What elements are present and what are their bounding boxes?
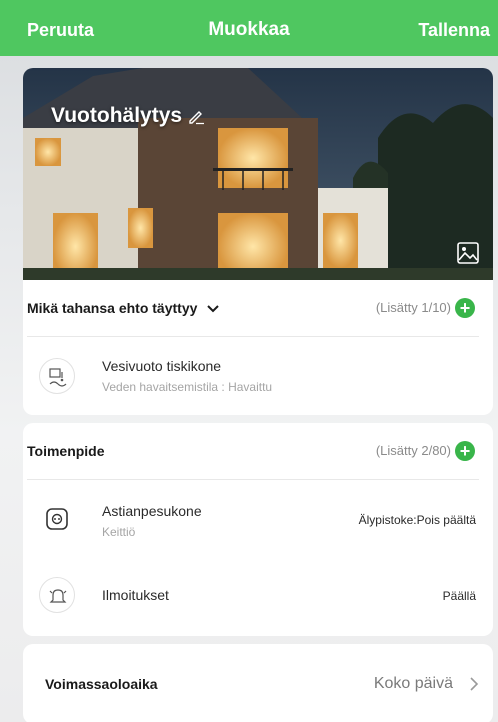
add-condition-button[interactable]: + (455, 298, 475, 318)
condition-item[interactable]: Vesivuoto tiskikone Veden havaitsemistil… (23, 336, 493, 415)
bell-icon (39, 577, 75, 613)
condition-item-subtitle: Veden havaitsemistila : Havaittu (102, 380, 273, 394)
actions-label: Toimenpide (27, 443, 105, 459)
house-illustration (23, 68, 493, 280)
scene-card: Vuotohälytys Mikä tahansa ehto täyttyy (… (23, 68, 493, 415)
scene-cover-image[interactable]: Vuotohälytys (23, 68, 493, 280)
condition-count: (Lisätty 1/10) (375, 300, 451, 315)
pencil-icon[interactable] (187, 107, 205, 125)
action-item-value: Älypistoke:Pois päältä (358, 513, 476, 527)
condition-mode-label: Mikä tahansa ehto täyttyy (27, 300, 198, 316)
cancel-button[interactable]: Peruuta (27, 0, 94, 56)
actions-count: (Lisätty 2/80) (375, 443, 451, 458)
action-item-value: Päällä (442, 589, 476, 603)
water-leak-icon (39, 358, 75, 394)
image-icon[interactable] (455, 240, 481, 266)
top-bar: Muokkaa Peruuta Tallenna (0, 0, 498, 56)
save-button[interactable]: Tallenna (418, 0, 490, 56)
condition-header: Mikä tahansa ehto täyttyy (Lisätty 1/10)… (23, 280, 493, 336)
smart-plug-icon (39, 501, 75, 537)
plus-icon: + (459, 298, 471, 318)
actions-header: Toimenpide (Lisätty 2/80) + (23, 423, 493, 479)
scene-name[interactable]: Vuotohälytys (51, 104, 205, 128)
add-action-button[interactable]: + (455, 441, 475, 461)
scene-name-text: Vuotohälytys (51, 104, 183, 127)
actions-card: Toimenpide (Lisätty 2/80) + Astianpesuko… (23, 423, 493, 636)
validity-label: Voimassaoloaika (45, 676, 158, 692)
action-item-notifications[interactable]: Ilmoitukset Päällä (23, 559, 493, 636)
chevron-down-icon (207, 305, 219, 313)
action-item-title: Astianpesukone (102, 503, 202, 519)
condition-item-title: Vesivuoto tiskikone (102, 358, 222, 374)
validity-value: Koko päivä (373, 675, 453, 692)
action-item-dishwasher[interactable]: Astianpesukone Keittiö Älypistoke:Pois p… (23, 479, 493, 559)
action-item-room: Keittiö (102, 525, 136, 539)
validity-row[interactable]: Voimassaoloaika Koko päivä (23, 644, 493, 722)
plus-icon: + (459, 441, 471, 461)
action-item-title: Ilmoitukset (102, 587, 169, 603)
condition-mode-dropdown[interactable]: Mikä tahansa ehto täyttyy (27, 280, 219, 336)
chevron-right-icon (470, 677, 479, 691)
